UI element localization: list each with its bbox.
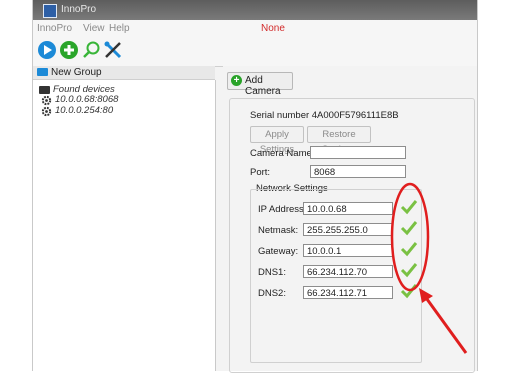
device-item-2[interactable]: 10.0.0.254:80 bbox=[55, 105, 113, 116]
camera-details-frame: Serial number 4A000F5796111E8B Apply Set… bbox=[229, 98, 475, 373]
netmask-label: Netmask: bbox=[258, 225, 299, 236]
menu-view[interactable]: View bbox=[83, 23, 105, 34]
port-field[interactable]: 8068 bbox=[310, 165, 406, 178]
group-label: New Group bbox=[51, 67, 102, 78]
check-icon-dns2 bbox=[400, 284, 418, 299]
camera-settings-panel: + Add Camera Serial number 4A000F5796111… bbox=[223, 66, 477, 373]
check-icon-gateway bbox=[400, 242, 418, 257]
tree-group-row[interactable]: New Group bbox=[33, 66, 215, 80]
device-item-1[interactable]: 10.0.0.68:8068 bbox=[55, 94, 118, 105]
toolbar bbox=[33, 36, 477, 67]
restore-settings-button[interactable]: Restore Settings bbox=[307, 126, 371, 155]
device-tree: Found devices 10.0.0.68:8068 10.0.0.254:… bbox=[33, 80, 216, 371]
plus-icon: + bbox=[231, 75, 242, 86]
add-camera-button[interactable]: + Add Camera bbox=[227, 72, 293, 97]
play-icon[interactable] bbox=[37, 40, 57, 60]
found-devices-folder-icon bbox=[39, 86, 50, 94]
check-icon-ip bbox=[400, 200, 418, 215]
check-icon-dns1 bbox=[400, 263, 418, 278]
tools-icon[interactable] bbox=[103, 40, 123, 60]
gear-icon bbox=[41, 95, 52, 106]
menu-bar: InnoPro View Help None bbox=[33, 20, 477, 36]
gear-icon bbox=[41, 106, 52, 117]
ip-address-label: IP Address: bbox=[258, 204, 307, 215]
dns1-field[interactable]: 66.234.112.70 bbox=[303, 265, 393, 278]
dns1-label: DNS1: bbox=[258, 267, 286, 278]
menu-innopro[interactable]: InnoPro bbox=[37, 23, 72, 34]
apply-settings-button[interactable]: Apply Settings bbox=[250, 126, 304, 155]
dns2-label: DNS2: bbox=[258, 288, 286, 299]
serial-number: Serial number 4A000F5796111E8B bbox=[250, 110, 399, 121]
camera-name-field[interactable] bbox=[310, 146, 406, 159]
gateway-field[interactable]: 10.0.0.1 bbox=[303, 244, 393, 257]
mode-indicator: None bbox=[261, 23, 285, 34]
dns2-field[interactable]: 66.234.112.71 bbox=[303, 286, 393, 299]
window-title: InnoPro bbox=[61, 4, 97, 15]
menu-help[interactable]: Help bbox=[109, 23, 130, 34]
search-icon[interactable] bbox=[81, 40, 101, 60]
app-logo-icon bbox=[43, 4, 57, 18]
port-label: Port: bbox=[250, 167, 271, 178]
add-icon[interactable] bbox=[59, 40, 79, 60]
app-window: InnoPro InnoPro View Help None New Group… bbox=[32, 0, 478, 373]
title-bar: InnoPro bbox=[33, 0, 477, 20]
camera-name-label: Camera Name: bbox=[250, 148, 315, 159]
netmask-field[interactable]: 255.255.255.0 bbox=[303, 223, 393, 236]
ip-address-field[interactable]: 10.0.0.68 bbox=[303, 202, 393, 215]
gateway-label: Gateway: bbox=[258, 246, 299, 257]
add-camera-label: Add Camera bbox=[245, 75, 281, 97]
check-icon-netmask bbox=[400, 221, 418, 236]
folder-icon bbox=[37, 68, 48, 76]
